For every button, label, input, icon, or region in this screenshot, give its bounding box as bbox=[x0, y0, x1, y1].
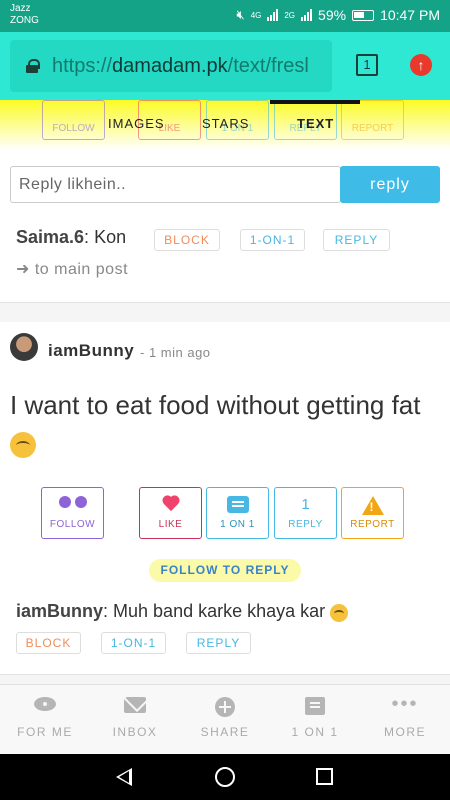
one-on-one-label: 1 ON 1 bbox=[220, 519, 255, 530]
tab-images[interactable]: IMAGES bbox=[108, 116, 165, 131]
active-tab-indicator bbox=[270, 100, 360, 104]
follow-icon bbox=[57, 496, 89, 516]
nav-label: 1 ON 1 bbox=[291, 725, 339, 739]
comment: Saima.6: Kon bbox=[16, 227, 126, 248]
comment-author[interactable]: iamBunny bbox=[16, 601, 103, 621]
like-button[interactable]: LIKE bbox=[139, 487, 202, 539]
one-on-one-button[interactable]: 1 ON 1 bbox=[206, 487, 269, 539]
follow-button[interactable]: FOLLOW bbox=[41, 487, 104, 539]
nav-label: MORE bbox=[384, 725, 426, 739]
reply-label: REPLY bbox=[288, 519, 323, 530]
one-on-one-button[interactable]: 1-ON-1 bbox=[240, 229, 305, 251]
lock-icon bbox=[26, 59, 40, 73]
mail-icon bbox=[124, 697, 146, 713]
battery-icon bbox=[352, 9, 375, 21]
main-post-link[interactable]: ➜ to main post bbox=[16, 259, 128, 279]
more-dots-icon: ••• bbox=[391, 693, 419, 715]
one-on-one-button[interactable]: 1-ON-1 bbox=[101, 632, 166, 654]
reply-count-button[interactable]: 1 REPLY bbox=[274, 487, 337, 539]
warning-icon bbox=[361, 496, 384, 515]
tab-stars[interactable]: STARS bbox=[202, 116, 249, 131]
heart-icon bbox=[162, 496, 180, 512]
report-label: REPORT bbox=[350, 519, 395, 530]
chat-bubble-icon bbox=[226, 496, 249, 513]
signal-2-icon bbox=[301, 9, 313, 21]
report-button[interactable]: REPORT bbox=[341, 487, 404, 539]
nav-inbox[interactable]: INBOX bbox=[90, 685, 180, 755]
nav-label: SHARE bbox=[200, 725, 250, 739]
home-icon[interactable] bbox=[215, 767, 235, 787]
section-tabs: IMAGES STARS TEXT bbox=[0, 112, 450, 134]
chat-icon bbox=[305, 697, 325, 715]
status-bar: Jazz ZONG 🔇︎ 4G 2G 59% 10:47 PM bbox=[0, 0, 450, 32]
arrow-right-icon: ➜ bbox=[16, 261, 30, 278]
plus-circle-icon bbox=[215, 697, 235, 717]
nav-1on1[interactable]: 1 ON 1 bbox=[270, 685, 360, 755]
network-2-label: 2G bbox=[284, 10, 296, 20]
eye-icon bbox=[34, 697, 56, 711]
update-icon[interactable]: ↑ bbox=[410, 54, 432, 76]
tab-text[interactable]: TEXT bbox=[297, 116, 334, 131]
carrier-2: ZONG bbox=[10, 15, 39, 26]
network-1-label: 4G bbox=[250, 10, 262, 20]
comment-text: Muh band karke khaya kar bbox=[113, 601, 326, 621]
upside-down-face-emoji bbox=[10, 432, 36, 459]
url-field[interactable]: https://damadam.pk/text/fresl bbox=[10, 40, 332, 92]
divider bbox=[0, 674, 450, 684]
block-button[interactable]: BLOCK bbox=[154, 229, 220, 251]
clock: 10:47 PM bbox=[380, 7, 440, 23]
reply-count: 1 bbox=[301, 496, 310, 513]
comment-text: Kon bbox=[94, 227, 127, 247]
avatar[interactable] bbox=[10, 333, 38, 361]
post-text: I want to eat food without getting fat bbox=[10, 390, 421, 420]
system-nav-bar bbox=[0, 754, 450, 800]
reply-input[interactable]: Reply likhein.. bbox=[10, 166, 341, 203]
url-path: /text/fresl bbox=[227, 54, 309, 77]
nav-share[interactable]: SHARE bbox=[180, 685, 270, 755]
comment-author[interactable]: Saima.6 bbox=[16, 227, 84, 247]
main-post-label: to main post bbox=[34, 261, 129, 278]
carrier-info: Jazz ZONG bbox=[10, 3, 39, 27]
reply-form: Reply likhein.. reply bbox=[10, 166, 440, 203]
reply-button[interactable]: REPLY bbox=[323, 229, 390, 251]
tab-switcher-button[interactable]: 1 bbox=[356, 54, 378, 76]
browser-address-bar: https://damadam.pk/text/fresl 1 ↑ bbox=[0, 32, 450, 100]
signal-1-icon bbox=[267, 9, 279, 21]
battery-percent: 59% bbox=[318, 7, 347, 23]
bottom-nav: FOR ME INBOX SHARE 1 ON 1 ••• MORE bbox=[0, 684, 450, 754]
nav-for-me[interactable]: FOR ME bbox=[0, 685, 90, 755]
post-text-block: I want to eat food without getting fat bbox=[10, 386, 440, 462]
block-button[interactable]: BLOCK bbox=[16, 632, 81, 654]
follow-to-reply-button[interactable]: FOLLOW TO REPLY bbox=[149, 559, 301, 582]
comment-colon: : bbox=[84, 227, 95, 247]
comment-colon: : bbox=[103, 601, 114, 621]
like-label: LIKE bbox=[158, 519, 183, 530]
reply-button[interactable]: REPLY bbox=[186, 632, 251, 654]
url-text: https://damadam.pk/text/fresl bbox=[52, 55, 309, 78]
nav-more[interactable]: ••• MORE bbox=[360, 685, 450, 755]
mute-icon: 🔇︎ bbox=[236, 7, 245, 22]
divider bbox=[0, 302, 450, 322]
recent-apps-icon[interactable] bbox=[316, 768, 333, 785]
post-timestamp: - 1 min ago bbox=[140, 345, 211, 360]
status-indicators: 🔇︎ 4G 2G 59% 10:47 PM bbox=[236, 7, 440, 23]
url-domain: damadam.pk bbox=[112, 54, 228, 77]
follow-label: FOLLOW bbox=[49, 519, 96, 530]
top-nav: FOLLOW LIKE 1 ON 1 REPLY REPORT IMAGES S… bbox=[0, 100, 450, 150]
url-prefix: https:// bbox=[52, 54, 113, 77]
post-author[interactable]: iamBunny bbox=[48, 341, 134, 361]
upside-down-face-emoji bbox=[329, 603, 348, 622]
back-icon[interactable] bbox=[116, 768, 132, 786]
comment: iamBunny: Muh band karke khaya kar bbox=[16, 601, 348, 622]
reply-submit-button[interactable]: reply bbox=[340, 166, 440, 203]
carrier-1: Jazz bbox=[10, 3, 31, 14]
nav-label: FOR ME bbox=[17, 725, 73, 739]
nav-label: INBOX bbox=[112, 725, 158, 739]
